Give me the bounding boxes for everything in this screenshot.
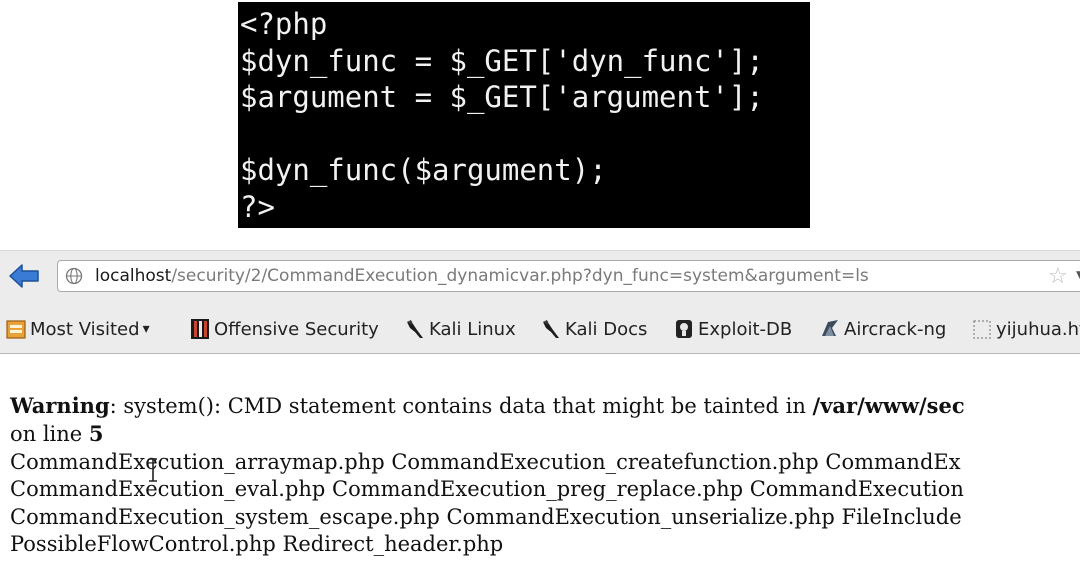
bookmark-label: Kali Linux — [429, 318, 516, 340]
code-line-3: $argument = $_GET['argument']; — [240, 80, 764, 114]
warning-text: : system(): CMD statement contains data … — [109, 394, 813, 418]
url-dropdown-icon[interactable]: ▼ — [1076, 268, 1080, 282]
kali-dragon-icon — [543, 320, 559, 338]
warning-label: Warning — [10, 393, 110, 418]
warning-message: Warning: system(): CMD statement contain… — [10, 392, 1080, 420]
code-line-1: <?php — [240, 7, 328, 41]
browser-toolbar: localhost/security/2/CommandExecution_dy… — [0, 250, 1080, 354]
bookmark-label: Exploit-DB — [698, 318, 793, 340]
bookmark-label: yijuhua.ht — [996, 318, 1080, 340]
line-number: 5 — [88, 421, 104, 447]
output-line: CommandExecution_eval.php CommandExecuti… — [10, 477, 964, 502]
bookmark-kali-linux[interactable]: Kali Linux — [405, 316, 516, 342]
bookmark-exploit-db[interactable]: Exploit-DB — [674, 316, 792, 342]
exploit-db-icon — [676, 320, 692, 338]
blank-page-icon — [973, 320, 991, 339]
bookmark-label: Most Visited — [30, 318, 140, 340]
warning-line-info: on line 5 — [10, 420, 1080, 448]
kali-dragon-icon — [407, 320, 423, 338]
output-line: CommandExecution_arraymap.php CommandExe… — [10, 449, 961, 474]
bookmark-aircrack-ng[interactable]: Aircrack-ng — [820, 316, 946, 342]
line-prefix: on line — [10, 422, 89, 447]
code-line-5: $dyn_func($argument); — [240, 153, 607, 187]
url-bar[interactable]: localhost/security/2/CommandExecution_dy… — [57, 260, 1080, 292]
globe-icon — [65, 267, 83, 285]
bookmark-label: Aircrack-ng — [844, 318, 947, 340]
back-button[interactable] — [8, 263, 40, 289]
bookmark-yijuhua[interactable]: yijuhua.ht — [972, 316, 1080, 342]
url-host: localhost — [95, 266, 172, 286]
bookmark-label: Offensive Security — [214, 318, 379, 340]
back-arrow-icon — [9, 264, 39, 288]
output-line: PossibleFlowControl.php Redirect_header.… — [10, 532, 504, 557]
page-content: Warning: system(): CMD statement contain… — [10, 392, 1080, 558]
code-line-6: ?> — [240, 189, 275, 224]
bookmarks-bar: Most Visited ▾ Offensive Security Kali L… — [0, 312, 1080, 344]
offensive-security-icon — [191, 319, 209, 339]
warning-path: /var/www/sec — [812, 393, 965, 418]
php-code-snippet: <?php $dyn_func = $_GET['dyn_func']; $ar… — [238, 2, 810, 228]
code-line-2: $dyn_func = $_GET['dyn_func']; — [240, 43, 764, 78]
bookmark-kali-docs[interactable]: Kali Docs — [541, 316, 647, 342]
output-line: CommandExecution_system_escape.php Comma… — [10, 504, 962, 529]
chevron-down-icon: ▾ — [142, 321, 150, 337]
most-visited-icon — [6, 320, 26, 339]
bookmark-offensive-security[interactable]: Offensive Security — [190, 316, 379, 342]
url-text[interactable]: localhost/security/2/CommandExecution_dy… — [95, 266, 869, 286]
bookmark-most-visited[interactable]: Most Visited ▾ — [6, 316, 150, 342]
url-path: /security/2/CommandExecution_dynamicvar.… — [171, 266, 869, 286]
aircrack-icon — [822, 320, 838, 336]
text-cursor-icon — [149, 458, 157, 482]
bookmark-label: Kali Docs — [565, 318, 648, 340]
bookmark-star-icon[interactable]: ☆ — [1048, 264, 1068, 289]
